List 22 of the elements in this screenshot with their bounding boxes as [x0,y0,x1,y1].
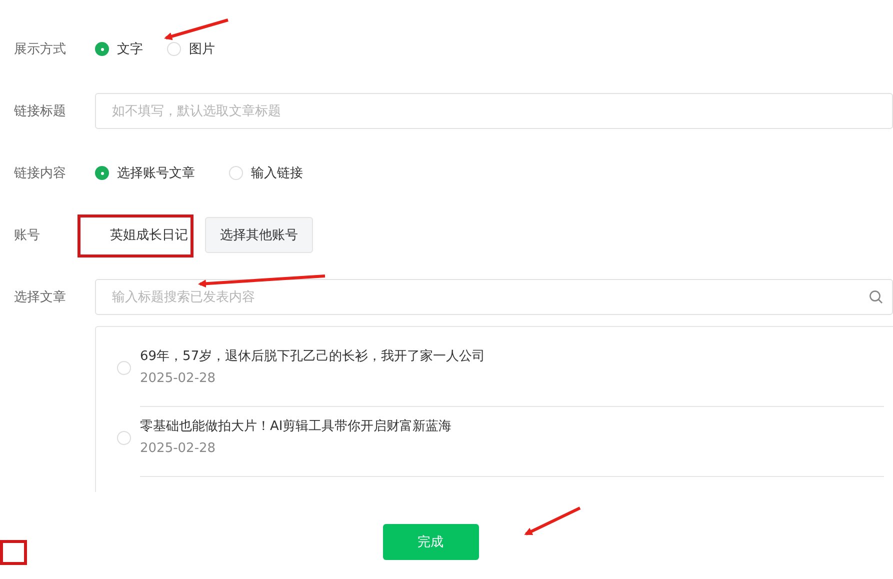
field-label: 展示方式 [13,41,67,58]
input-field[interactable]: 如不填写，默认选取文章标题 [95,93,893,129]
article-title[interactable]: 零基础也能做拍大片！AI剪辑工具带你开启财富新蓝海 [140,417,884,435]
radio-button[interactable] [117,431,131,445]
field-label: 链接内容 [13,165,67,182]
article-date: 2025-02-28 [140,441,217,456]
field-label: 账号 [13,227,41,244]
radio-option[interactable]: 图片 [167,40,215,58]
search-field[interactable]: 输入标题搜索已发表内容 [95,279,893,315]
radio-option[interactable]: 输入链接 [229,164,303,182]
radio-button[interactable] [117,361,131,375]
annotation-arrow [524,506,581,536]
article-title[interactable]: 69年，57岁，退休后脱下孔乙己的长衫，我开了家一人公司 [140,347,884,365]
field-label: 选择文章 [13,289,67,306]
radio-option[interactable]: 文字 [95,40,143,58]
radio-option[interactable]: 选择账号文章 [95,164,195,182]
field-label: 链接标题 [13,103,67,120]
highlight-frame [0,540,27,565]
select-account-button[interactable]: 选择其他账号 [205,217,313,253]
annotation-arrow [164,18,228,40]
search-icon [869,290,883,304]
article-date: 2025-02-28 [140,371,217,386]
